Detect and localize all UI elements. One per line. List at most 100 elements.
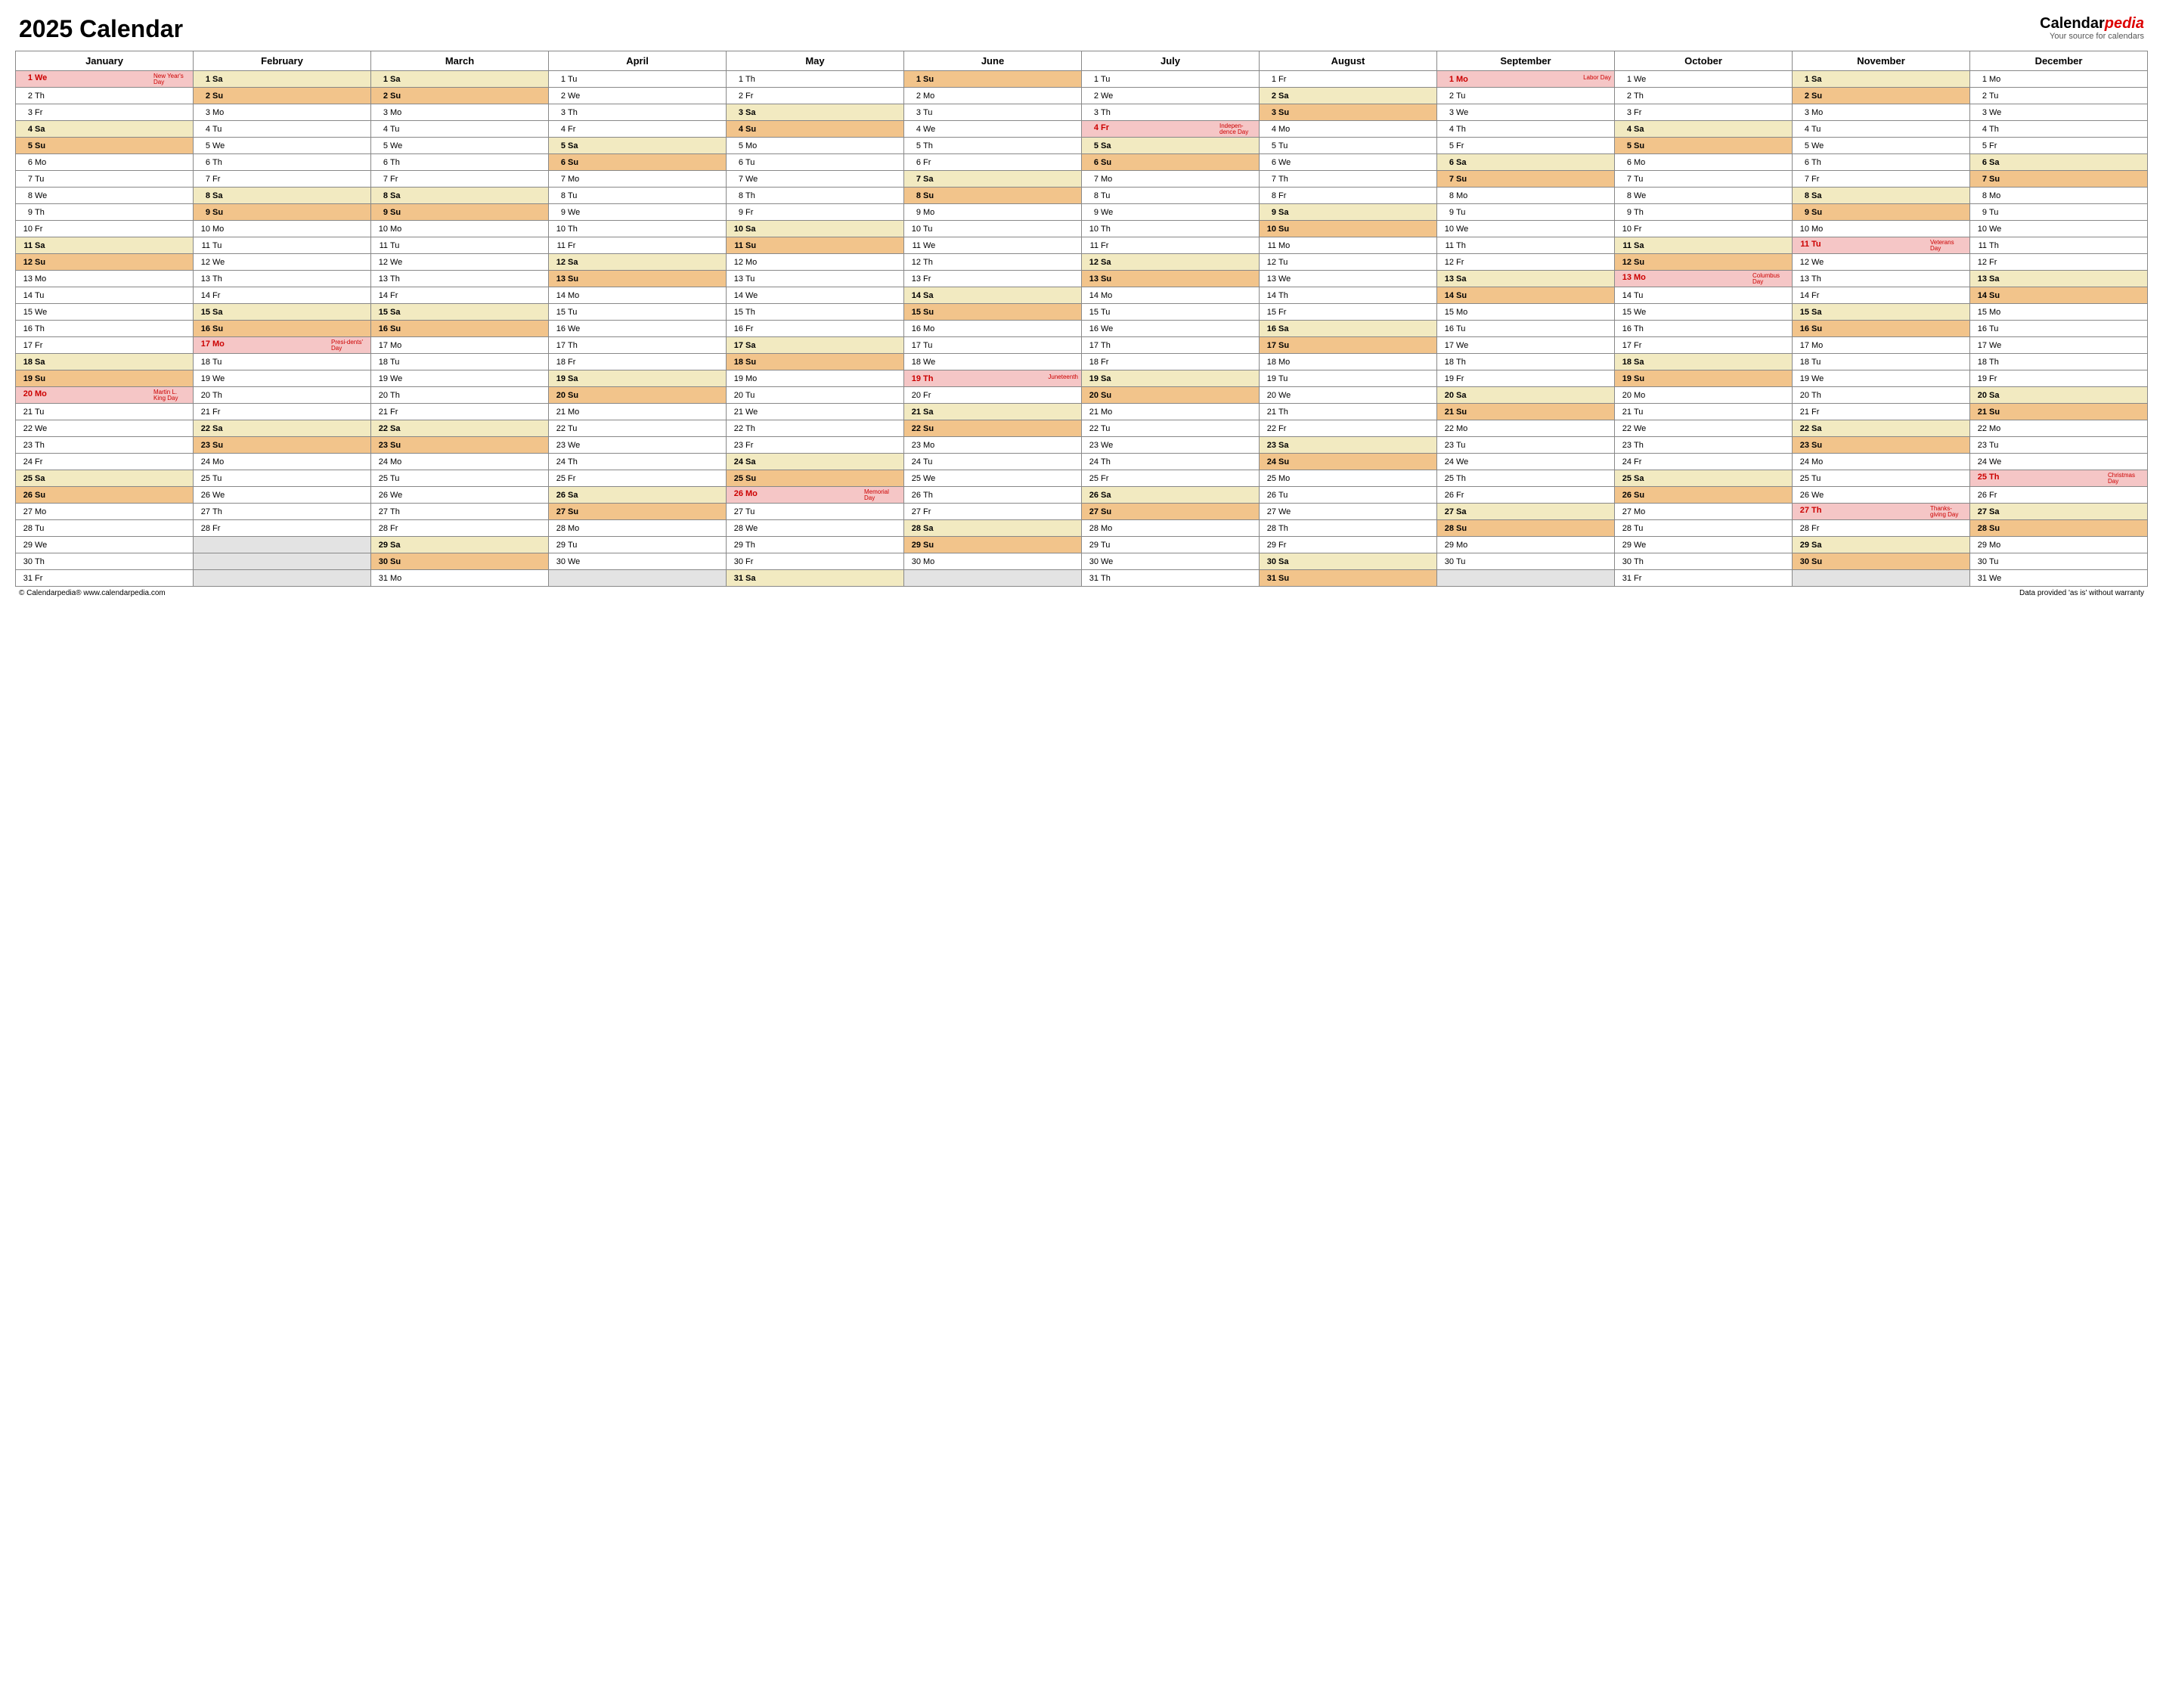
day-cell: 13Mo [16, 271, 194, 287]
day-cell: 9Fr [727, 204, 904, 221]
day-cell: 12Sa [1082, 254, 1260, 271]
day-cell [194, 553, 371, 570]
day-cell: 23Th [16, 437, 194, 454]
day-cell: 22Sa [371, 420, 549, 437]
day-cell: 31Mo [371, 570, 549, 587]
day-cell: 30Th [16, 553, 194, 570]
day-cell: 14Tu [16, 287, 194, 304]
day-cell: 21Sa [904, 404, 1082, 420]
day-cell: 27Sa [1970, 504, 2148, 520]
day-cell: 24We [1970, 454, 2148, 470]
day-cell: 1Tu [549, 71, 727, 88]
day-cell: 15Su [904, 304, 1082, 321]
day-cell: 30Tu [1437, 553, 1615, 570]
day-cell: 10Fr [16, 221, 194, 237]
day-cell: 15Sa [1793, 304, 1970, 321]
day-cell: 16Fr [727, 321, 904, 337]
day-cell: 13Th [1793, 271, 1970, 287]
day-cell: 11TuVeterans Day [1793, 237, 1970, 254]
day-cell: 19Su [16, 370, 194, 387]
day-cell [904, 570, 1082, 587]
day-cell: 3Mo [1793, 104, 1970, 121]
month-header: August [1260, 51, 1437, 71]
day-cell: 27ThThanks-giving Day [1793, 504, 1970, 520]
day-cell: 4FrIndepen-dence Day [1082, 121, 1260, 138]
day-cell: 10Mo [1793, 221, 1970, 237]
day-cell: 3Mo [371, 104, 549, 121]
day-cell [194, 537, 371, 553]
day-cell: 22Mo [1437, 420, 1615, 437]
day-cell: 5Sa [549, 138, 727, 154]
day-cell: 21Su [1437, 404, 1615, 420]
day-cell: 8Mo [1437, 188, 1615, 204]
day-cell: 2We [1082, 88, 1260, 104]
day-cell: 28Fr [371, 520, 549, 537]
day-cell: 1Tu [1082, 71, 1260, 88]
day-cell: 2Tu [1437, 88, 1615, 104]
day-cell: 18Su [727, 354, 904, 370]
day-cell: 9Mo [904, 204, 1082, 221]
day-cell: 3Tu [904, 104, 1082, 121]
day-cell: 28Tu [1615, 520, 1793, 537]
day-cell: 29Tu [549, 537, 727, 553]
day-cell: 15Fr [1260, 304, 1437, 321]
day-cell: 18Tu [194, 354, 371, 370]
day-cell: 17Sa [727, 337, 904, 354]
day-cell: 2Th [1615, 88, 1793, 104]
copyright: © Calendarpedia® www.calendarpedia.com [19, 589, 166, 597]
day-cell: 16Mo [904, 321, 1082, 337]
day-cell: 10Su [1260, 221, 1437, 237]
day-cell: 24Mo [1793, 454, 1970, 470]
day-cell: 8Sa [194, 188, 371, 204]
day-cell: 29Sa [371, 537, 549, 553]
day-cell: 16Sa [1260, 321, 1437, 337]
day-cell: 15We [1615, 304, 1793, 321]
day-cell: 14Tu [1615, 287, 1793, 304]
day-cell: 29Su [904, 537, 1082, 553]
day-cell: 7Fr [194, 171, 371, 188]
day-cell: 6Mo [16, 154, 194, 171]
day-cell: 25Tu [194, 470, 371, 487]
day-cell: 14Fr [1793, 287, 1970, 304]
day-cell: 24Th [1082, 454, 1260, 470]
day-cell: 21Tu [1615, 404, 1793, 420]
day-cell: 30Th [1615, 553, 1793, 570]
day-cell: 25Su [727, 470, 904, 487]
month-header: October [1615, 51, 1793, 71]
day-cell: 11Sa [16, 237, 194, 254]
day-cell: 11Th [1437, 237, 1615, 254]
day-cell: 8Sa [371, 188, 549, 204]
day-cell: 22Th [727, 420, 904, 437]
day-cell: 24We [1437, 454, 1615, 470]
day-cell: 14Mo [549, 287, 727, 304]
day-cell: 7We [727, 171, 904, 188]
day-cell: 5Mo [727, 138, 904, 154]
day-cell: 25Tu [371, 470, 549, 487]
day-cell: 3Th [1082, 104, 1260, 121]
month-header: November [1793, 51, 1970, 71]
page-title: 2025 Calendar [19, 15, 183, 43]
day-cell: 17We [1970, 337, 2148, 354]
day-cell: 23We [549, 437, 727, 454]
day-cell: 4Th [1437, 121, 1615, 138]
day-cell: 18Sa [1615, 354, 1793, 370]
day-cell: 14Fr [371, 287, 549, 304]
day-cell: 25ThChristmas Day [1970, 470, 2148, 487]
day-cell: 15Tu [1082, 304, 1260, 321]
day-cell: 3Su [1260, 104, 1437, 121]
day-cell: 7Fr [1793, 171, 1970, 188]
day-cell: 9We [549, 204, 727, 221]
day-cell: 11Tu [371, 237, 549, 254]
month-header: February [194, 51, 371, 71]
day-cell: 2Su [1793, 88, 1970, 104]
day-cell: 24Fr [16, 454, 194, 470]
day-cell: 18We [904, 354, 1082, 370]
day-cell: 24Su [1260, 454, 1437, 470]
day-cell: 9Th [16, 204, 194, 221]
day-cell: 26Fr [1437, 487, 1615, 504]
day-cell: 20Su [1082, 387, 1260, 404]
day-cell: 13We [1260, 271, 1437, 287]
day-cell: 1Sa [371, 71, 549, 88]
day-cell: 20MoMartin L. King Day [16, 387, 194, 404]
day-cell: 22Fr [1260, 420, 1437, 437]
